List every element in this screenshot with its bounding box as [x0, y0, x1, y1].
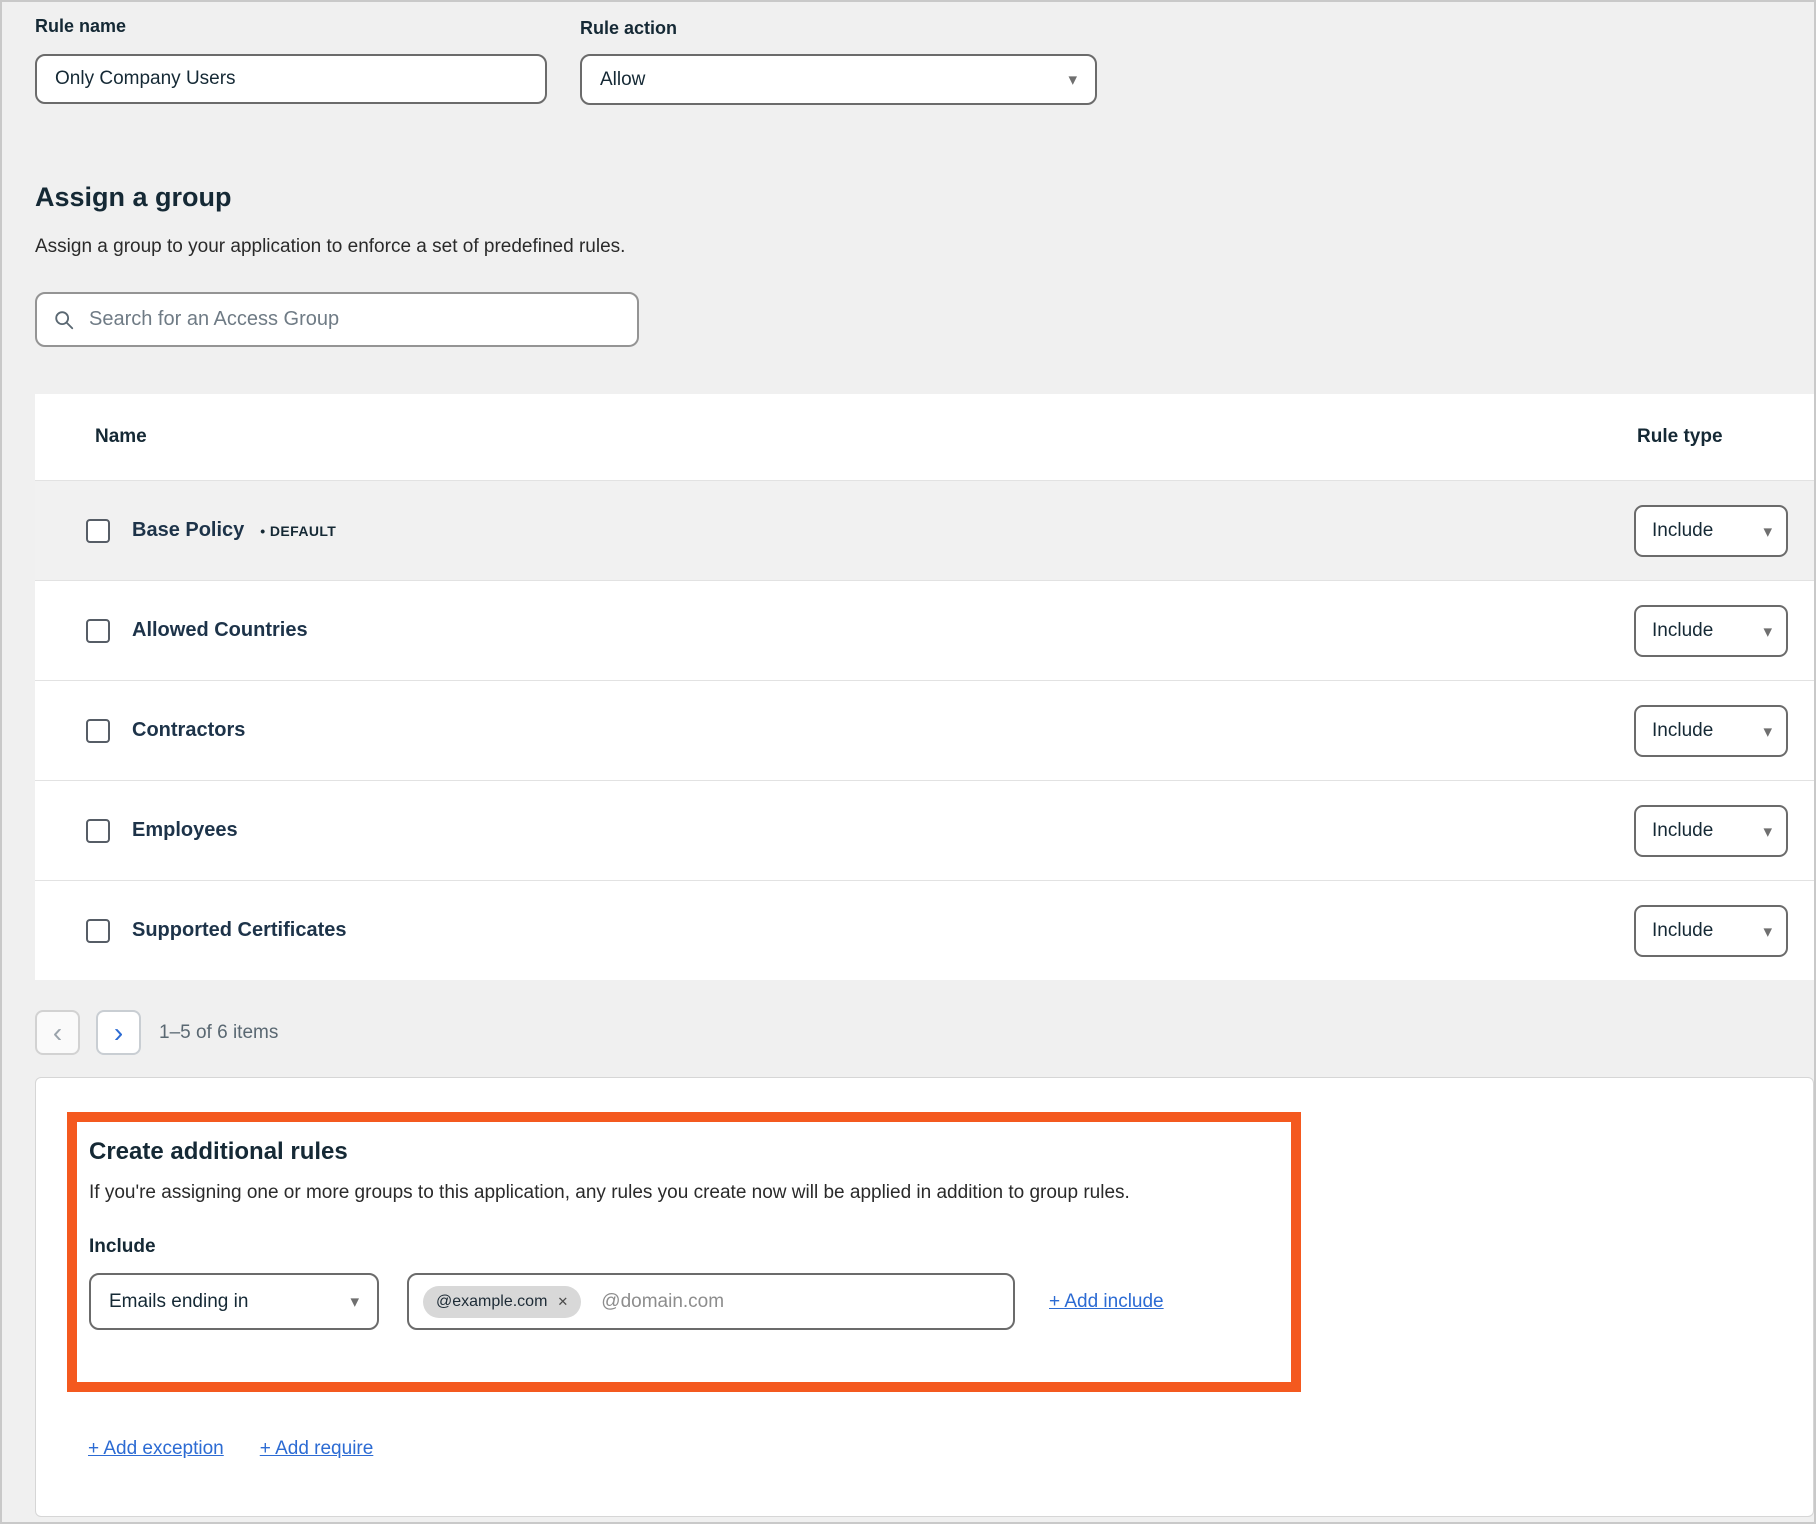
previous-page-button[interactable]: ‹: [35, 1010, 80, 1055]
add-exception-link[interactable]: + Add exception: [88, 1438, 224, 1460]
rule-type-value: Include: [1652, 820, 1713, 842]
assign-group-description: Assign a group to your application to en…: [35, 236, 625, 258]
chevron-down-icon: ▾: [1068, 71, 1077, 88]
rule-type-dropdown[interactable]: Include ▾: [1634, 705, 1788, 757]
rule-name-label: Rule name: [35, 16, 126, 37]
search-input[interactable]: [89, 308, 621, 331]
rule-action-dropdown[interactable]: Allow ▾: [580, 54, 1097, 105]
group-name: Supported Certificates: [132, 919, 346, 942]
group-name: Employees: [132, 819, 238, 842]
include-rule-row: Emails ending in ▾ @example.com ✕ + Add …: [89, 1273, 1271, 1330]
access-group-search[interactable]: [35, 292, 639, 347]
remove-tag-icon[interactable]: ✕: [557, 1294, 568, 1310]
pagination-label: 1–5 of 6 items: [159, 1022, 278, 1044]
column-header-rule-type: Rule type: [1637, 426, 1723, 448]
chevron-down-icon: ▾: [1763, 823, 1772, 840]
chevron-right-icon: ›: [114, 1019, 123, 1047]
rule-type-dropdown[interactable]: Include ▾: [1634, 905, 1788, 957]
condition-dropdown[interactable]: Emails ending in ▾: [89, 1273, 379, 1330]
group-name: Base Policy: [132, 519, 244, 542]
row-checkbox[interactable]: [86, 919, 110, 943]
rule-type-value: Include: [1652, 720, 1713, 742]
row-checkbox[interactable]: [86, 719, 110, 743]
annotation-highlight-box: Create additional rules If you're assign…: [67, 1112, 1301, 1392]
group-name: Contractors: [132, 719, 245, 742]
rule-type-dropdown[interactable]: Include ▾: [1634, 805, 1788, 857]
rule-type-value: Include: [1652, 620, 1713, 642]
email-domain-tag: @example.com ✕: [423, 1286, 581, 1318]
include-section-label: Include: [89, 1236, 1271, 1258]
table-row: Contractors Include ▾: [35, 680, 1814, 780]
table-row: Supported Certificates Include ▾: [35, 880, 1814, 980]
condition-value: Emails ending in: [109, 1291, 248, 1313]
chevron-down-icon: ▾: [1763, 523, 1772, 540]
add-require-link[interactable]: + Add require: [260, 1438, 374, 1460]
chevron-down-icon: ▾: [350, 1293, 359, 1310]
group-name: Allowed Countries: [132, 619, 308, 642]
row-checkbox[interactable]: [86, 819, 110, 843]
rule-action-links: + Add exception + Add require: [88, 1438, 373, 1460]
rule-action-value: Allow: [600, 69, 645, 91]
table-row: Employees Include ▾: [35, 780, 1814, 880]
table-row: Allowed Countries Include ▾: [35, 580, 1814, 680]
chevron-down-icon: ▾: [1763, 923, 1772, 940]
rule-name-input[interactable]: [35, 54, 547, 104]
chevron-down-icon: ▾: [1763, 623, 1772, 640]
chevron-left-icon: ‹: [53, 1019, 62, 1047]
add-include-link[interactable]: + Add include: [1049, 1291, 1164, 1313]
rule-action-label: Rule action: [580, 18, 677, 39]
domain-text-input[interactable]: [601, 1291, 999, 1313]
rule-type-value: Include: [1652, 520, 1713, 542]
access-group-table: Name Rule type Base Policy • DEFAULT Inc…: [35, 394, 1814, 980]
table-header: Name Rule type: [35, 394, 1814, 480]
table-row: Base Policy • DEFAULT Include ▾: [35, 480, 1814, 580]
rule-type-value: Include: [1652, 920, 1713, 942]
tag-label: @example.com: [436, 1293, 547, 1311]
additional-rules-title: Create additional rules: [89, 1138, 1271, 1166]
access-rule-page: Rule name Rule action Allow ▾ Assign a g…: [0, 0, 1816, 1524]
rule-type-dropdown[interactable]: Include ▾: [1634, 505, 1788, 557]
pagination: ‹ › 1–5 of 6 items: [35, 1010, 278, 1055]
row-checkbox[interactable]: [86, 519, 110, 543]
chevron-down-icon: ▾: [1763, 723, 1772, 740]
assign-group-title: Assign a group: [35, 182, 232, 213]
email-domain-input[interactable]: @example.com ✕: [407, 1273, 1015, 1330]
additional-rules-card: Create additional rules If you're assign…: [35, 1077, 1814, 1517]
additional-rules-description: If you're assigning one or more groups t…: [89, 1182, 1271, 1204]
row-checkbox[interactable]: [86, 619, 110, 643]
column-header-name: Name: [95, 426, 147, 448]
default-badge: • DEFAULT: [260, 523, 336, 539]
search-icon: [53, 309, 75, 331]
rule-type-dropdown[interactable]: Include ▾: [1634, 605, 1788, 657]
next-page-button[interactable]: ›: [96, 1010, 141, 1055]
